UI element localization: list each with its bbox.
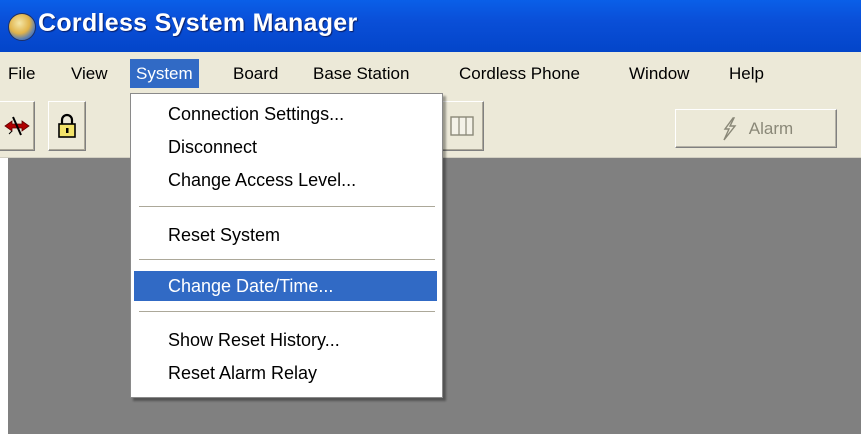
menu-bar: File View System Board Base Station Cord…: [0, 52, 861, 95]
left-border: [0, 158, 8, 434]
menu-item-connection-settings[interactable]: Connection Settings...: [134, 99, 437, 129]
menu-base-station[interactable]: Base Station: [307, 59, 415, 88]
disconnect-icon: [4, 116, 30, 136]
menu-separator: [139, 311, 435, 313]
menu-file[interactable]: File: [2, 59, 41, 88]
window-panel-button[interactable]: [441, 101, 484, 151]
menu-separator: [139, 206, 435, 208]
menu-item-change-date-time[interactable]: Change Date/Time...: [134, 271, 437, 301]
globe-app-icon: [8, 13, 36, 41]
menu-item-reset-system[interactable]: Reset System: [134, 220, 437, 250]
alarm-label: Alarm: [748, 118, 794, 138]
menu-item-disconnect[interactable]: Disconnect: [134, 132, 437, 162]
menu-help[interactable]: Help: [723, 59, 770, 88]
disconnect-button[interactable]: [0, 101, 35, 151]
window-title: Cordless System Manager: [38, 9, 358, 37]
menu-item-reset-alarm-relay[interactable]: Reset Alarm Relay: [134, 358, 437, 388]
alarm-button[interactable]: Alarm: [675, 109, 837, 148]
system-menu-dropdown: Connection Settings... Disconnect Change…: [130, 93, 443, 398]
window-panel-icon: [450, 116, 474, 136]
menu-system[interactable]: System: [130, 59, 199, 88]
menu-separator: [139, 259, 435, 261]
title-bar: Cordless System Manager: [0, 0, 861, 52]
menu-view[interactable]: View: [65, 59, 114, 88]
lightning-icon: [723, 116, 737, 140]
menu-board[interactable]: Board: [227, 59, 284, 88]
menu-item-change-access-level[interactable]: Change Access Level...: [134, 165, 437, 195]
access-level-button[interactable]: [48, 101, 86, 151]
menu-window[interactable]: Window: [623, 59, 695, 88]
menu-item-show-reset-history[interactable]: Show Reset History...: [134, 325, 437, 355]
menu-cordless-phone[interactable]: Cordless Phone: [453, 59, 586, 88]
lock-icon: [58, 113, 76, 138]
